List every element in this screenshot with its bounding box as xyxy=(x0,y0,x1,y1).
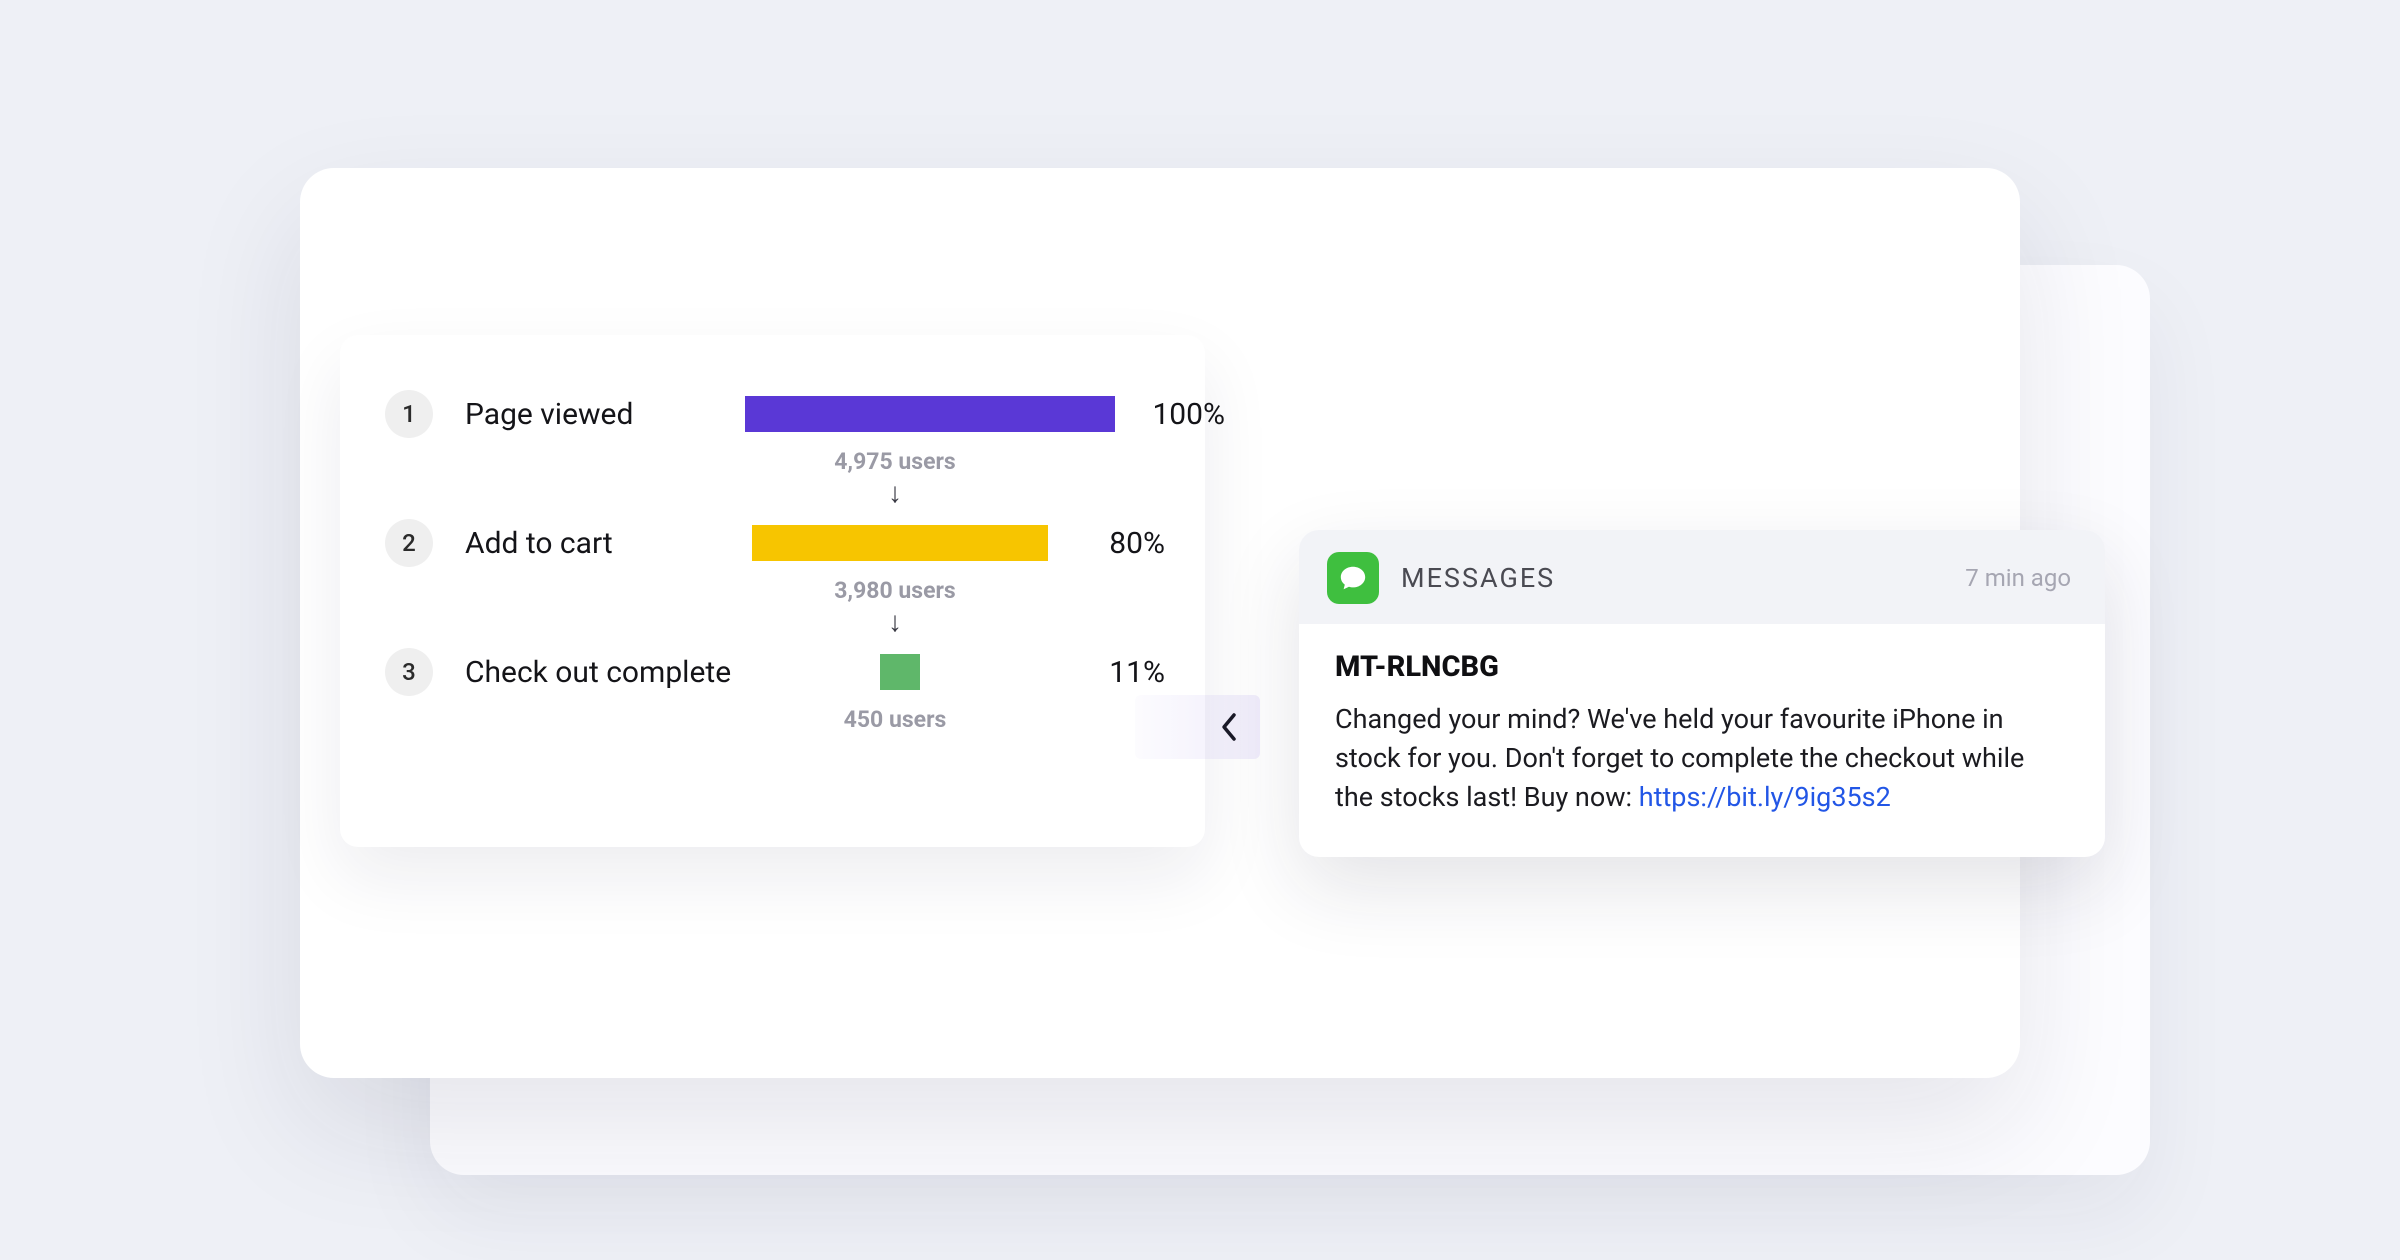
chevron-left-icon xyxy=(1220,712,1238,742)
step-percent: 80% xyxy=(1065,526,1165,561)
step-users: 3,980 users xyxy=(725,577,1065,604)
arrow-down-icon: ↓ xyxy=(725,479,1065,507)
step-users: 450 users xyxy=(725,706,1065,733)
speech-bubble-icon xyxy=(1338,563,1368,593)
funnel-bar xyxy=(752,525,1048,561)
step-label: Page viewed xyxy=(465,397,735,432)
notification-time: 7 min ago xyxy=(1965,564,2071,592)
messages-app-icon xyxy=(1327,552,1379,604)
step-badge: 1 xyxy=(385,390,433,438)
notification-card[interactable]: MESSAGES 7 min ago MT-RLNCBG Changed you… xyxy=(1299,530,2105,857)
funnel-bar xyxy=(745,396,1115,432)
step-label: Check out complete xyxy=(465,655,735,690)
bar-wrap xyxy=(745,394,1115,434)
bar-wrap xyxy=(745,652,1055,692)
step-label: Add to cart xyxy=(465,526,735,561)
step-percent: 100% xyxy=(1125,397,1225,432)
notification-link[interactable]: https://bit.ly/9ig35s2 xyxy=(1639,781,1891,813)
funnel-card: 1 Page viewed 100% 4,975 users ↓ 2 Add t… xyxy=(340,335,1205,847)
step-badge: 3 xyxy=(385,648,433,696)
notification-text: Changed your mind? We've held your favou… xyxy=(1335,700,2069,817)
funnel-step-2: 2 Add to cart 80% xyxy=(385,519,1165,567)
notification-sender: MT-RLNCBG xyxy=(1335,650,2069,684)
arrow-down-icon: ↓ xyxy=(725,608,1065,636)
step-badge: 2 xyxy=(385,519,433,567)
bar-wrap xyxy=(745,523,1055,563)
step-percent: 11% xyxy=(1065,655,1165,690)
funnel-bar xyxy=(880,654,920,690)
funnel-step-1: 1 Page viewed 100% xyxy=(385,390,1165,438)
step-users: 4,975 users xyxy=(725,448,1065,475)
notification-body: MT-RLNCBG Changed your mind? We've held … xyxy=(1299,624,2105,857)
notification-header: MESSAGES 7 min ago xyxy=(1299,530,2105,624)
notification-app-name: MESSAGES xyxy=(1401,562,1965,594)
funnel-step-3: 3 Check out complete 11% xyxy=(385,648,1165,696)
connector xyxy=(1135,695,1260,759)
